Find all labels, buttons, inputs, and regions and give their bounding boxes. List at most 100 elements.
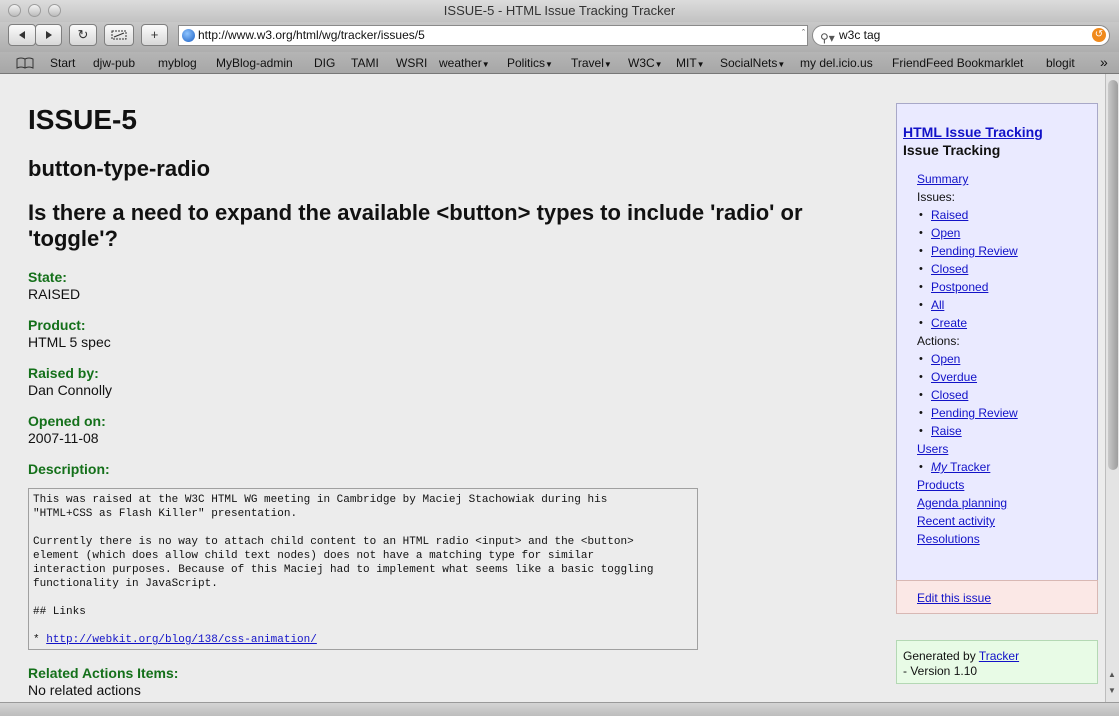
nav-my-tracker[interactable]: My Tracker — [931, 460, 990, 474]
globe-icon — [182, 29, 195, 42]
search-field[interactable]: ⚲▾ w3c tag ↺ — [812, 25, 1110, 46]
url-dropdown-icon[interactable]: ˆ — [802, 28, 805, 38]
bookmark-weather[interactable]: weather▼ — [439, 56, 490, 70]
snapback-button[interactable] — [104, 24, 134, 46]
overflow-chevron-icon[interactable]: » — [1100, 54, 1108, 70]
title-bar: ISSUE-5 - HTML Issue Tracking Tracker — [0, 0, 1119, 22]
bookmark-politics[interactable]: Politics▼ — [507, 56, 553, 70]
nav-issues-postponed[interactable]: Postponed — [931, 280, 988, 294]
version-text: - Version 1.10 — [903, 664, 978, 678]
bullet: • — [919, 371, 923, 383]
window-title: ISSUE-5 - HTML Issue Tracking Tracker — [443, 3, 676, 18]
minimize-window-button[interactable] — [28, 4, 41, 17]
bookmark-friendfeed[interactable]: FriendFeed Bookmarklet — [892, 56, 1023, 70]
nav-actions-closed[interactable]: Closed — [931, 388, 968, 402]
bullet: • — [919, 425, 923, 437]
back-button[interactable] — [8, 24, 36, 46]
bullet: • — [919, 245, 923, 257]
bullet: • — [919, 353, 923, 365]
product-value: HTML 5 spec — [28, 334, 111, 350]
nav-actions-overdue[interactable]: Overdue — [931, 370, 977, 384]
reload-button[interactable]: ↻ — [69, 24, 97, 46]
chevron-down-icon: ▼ — [654, 60, 663, 69]
description-label: Description: — [28, 461, 110, 477]
nav-agenda-planning[interactable]: Agenda planning — [917, 496, 1007, 510]
browser-window: ISSUE-5 - HTML Issue Tracking Tracker ↻ … — [0, 0, 1119, 716]
nav-resolutions[interactable]: Resolutions — [917, 532, 980, 546]
edit-issue-link[interactable]: Edit this issue — [917, 591, 991, 605]
issue-short-name: button-type-radio — [28, 156, 211, 181]
url-text: http://www.w3.org/html/wg/tracker/issues… — [198, 28, 425, 42]
bookmark-wsri[interactable]: WSRI — [396, 56, 427, 70]
nav-issues-raised[interactable]: Raised — [931, 208, 968, 222]
bookmark-travel-label: Travel — [571, 56, 604, 70]
tracker-link[interactable]: Tracker — [979, 649, 1019, 663]
bookmark-travel[interactable]: Travel▼ — [571, 56, 612, 70]
description-link[interactable]: http://webkit.org/blog/138/css-animation… — [46, 634, 317, 646]
bookmark-mit[interactable]: MIT▼ — [676, 56, 705, 70]
generated-by-box: Generated by Tracker - Version 1.10 — [896, 640, 1098, 684]
nav-issues-pending-review[interactable]: Pending Review — [931, 244, 1018, 258]
nav-issues-closed[interactable]: Closed — [931, 262, 968, 276]
bookmark-weather-label: weather — [439, 56, 482, 70]
nav-users[interactable]: Users — [917, 442, 948, 456]
scroll-up-icon[interactable]: ▲ — [1108, 670, 1116, 679]
nav-products[interactable]: Products — [917, 478, 964, 492]
zoom-window-button[interactable] — [48, 4, 61, 17]
bookmark-w3c[interactable]: W3C▼ — [628, 56, 663, 70]
chevron-down-icon: ▼ — [481, 60, 490, 69]
bookmark-blogit[interactable]: blogit — [1046, 56, 1075, 70]
nav-issues-create[interactable]: Create — [931, 316, 967, 330]
book-icon[interactable] — [16, 57, 34, 69]
my-prefix: My — [931, 460, 947, 474]
description-box: This was raised at the W3C HTML WG meeti… — [28, 488, 698, 650]
issues-heading: Issues: — [917, 190, 956, 204]
bullet: • — [919, 209, 923, 221]
bookmark-socialnets[interactable]: SocialNets▼ — [720, 56, 785, 70]
bullet: • — [919, 317, 923, 329]
raised-by-label: Raised by: — [28, 365, 99, 381]
sidebar-nav: HTML Issue Tracking Issue Tracking Summa… — [896, 103, 1098, 582]
nav-recent-activity[interactable]: Recent activity — [917, 514, 995, 528]
url-field[interactable]: http://www.w3.org/html/wg/tracker/issues… — [178, 25, 808, 46]
bookmark-myblog-admin[interactable]: MyBlog-admin — [216, 56, 293, 70]
bullet: • — [919, 299, 923, 311]
product-label: Product: — [28, 317, 86, 333]
nav-issues-open[interactable]: Open — [931, 226, 960, 240]
bullet: • — [919, 407, 923, 419]
bookmark-tami[interactable]: TAMI — [351, 56, 379, 70]
forward-button[interactable] — [35, 24, 62, 46]
generated-by-line: Generated by Tracker — [903, 649, 1019, 663]
nav-actions-raise[interactable]: Raise — [931, 424, 962, 438]
bookmark-w3c-label: W3C — [628, 56, 655, 70]
state-value: RAISED — [28, 286, 81, 302]
bookmark-djw-pub[interactable]: djw-pub — [93, 56, 135, 70]
my-suffix: Tracker — [947, 460, 991, 474]
search-icon: ⚲▾ — [820, 31, 835, 45]
status-bar — [0, 702, 1119, 716]
nav-summary[interactable]: Summary — [917, 172, 968, 186]
bookmark-dig[interactable]: DIG — [314, 56, 335, 70]
opened-on-value: 2007-11-08 — [28, 430, 99, 446]
chevron-down-icon: ▼ — [603, 60, 612, 69]
issue-question: Is there a need to expand the available … — [28, 200, 803, 251]
nav-issues-all[interactable]: All — [931, 298, 944, 312]
add-bookmark-button[interactable]: + — [141, 24, 168, 46]
toolbar: ↻ + http://www.w3.org/html/wg/tracker/is… — [0, 22, 1119, 52]
tracker-subtitle: Issue Tracking — [903, 142, 1001, 158]
bookmark-myblog[interactable]: myblog — [158, 56, 197, 70]
nav-actions-pending-review[interactable]: Pending Review — [931, 406, 1018, 420]
bookmark-delicious[interactable]: my del.icio.us — [800, 56, 873, 70]
snapback-icon[interactable]: ↺ — [1092, 28, 1106, 42]
scroll-down-icon[interactable]: ▼ — [1108, 686, 1116, 695]
nav-actions-open[interactable]: Open — [931, 352, 960, 366]
bullet: • — [919, 461, 923, 473]
generated-by-text: Generated by — [903, 649, 979, 663]
close-window-button[interactable] — [8, 4, 21, 17]
bookmark-start[interactable]: Start — [50, 56, 75, 70]
scrollbar-thumb[interactable] — [1108, 80, 1118, 470]
tracker-title-link[interactable]: HTML Issue Tracking — [903, 124, 1043, 140]
chevron-down-icon: ▼ — [545, 60, 553, 69]
vertical-scrollbar[interactable]: ▲ ▼ — [1105, 74, 1119, 702]
issue-id: ISSUE-5 — [28, 104, 137, 135]
